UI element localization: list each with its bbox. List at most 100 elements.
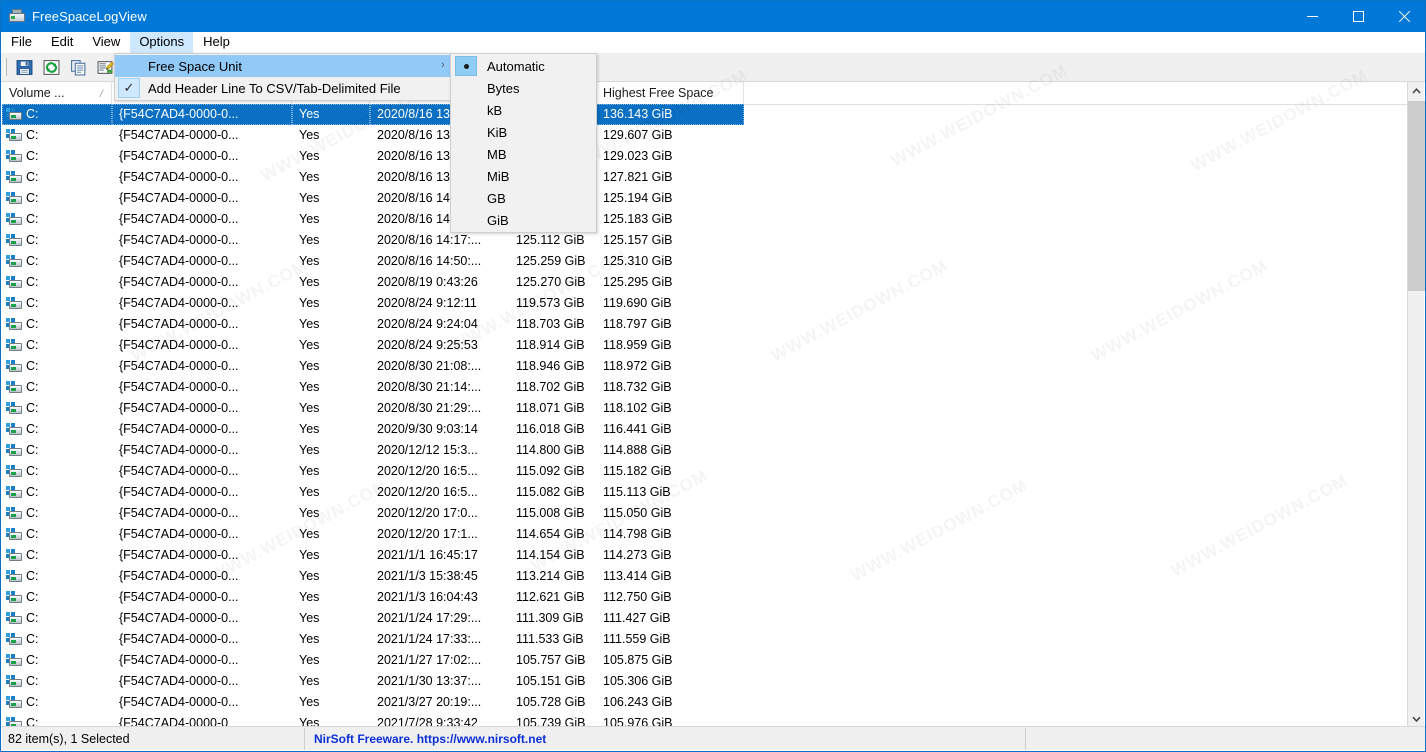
cell-lowest-free-space: 105.728 GiB <box>516 695 586 709</box>
cell-volume: C: <box>2 314 112 335</box>
cell-highest-free-space: 116.441 GiB <box>603 422 672 436</box>
table-row[interactable]: C: {F54C7AD4-0000-0... Yes 2020/8/16 14:14:… <box>2 188 1425 209</box>
table-row[interactable]: C: {F54C7AD4-0000-0... Yes 2020/9/30 9:03:1… <box>2 419 1425 440</box>
cell-highest-free-space: 114.273 GiB <box>603 548 672 562</box>
cell-filler <box>744 587 1408 608</box>
submenu-item-automatic[interactable]: Automatic <box>451 55 596 77</box>
table-row[interactable]: C: {F54C7AD4-0000-0... Yes 2020/8/24 9:24:0… <box>2 314 1425 335</box>
menu-options[interactable]: Options <box>130 32 194 53</box>
cell-filler <box>744 230 1408 251</box>
cell-lowest-free-space: 116.018 GiB <box>516 422 585 436</box>
table-row[interactable]: C: {F54C7AD4-0000-0... Yes 2020/8/24 9:25:5… <box>2 335 1425 356</box>
column-header-highest-free-space[interactable]: Highest Free Space <box>596 82 744 104</box>
submenu-item-gib[interactable]: GiB <box>451 209 596 231</box>
cell-volume: C: <box>2 482 112 503</box>
submenu-item-mb[interactable]: MB <box>451 143 596 165</box>
cell-volume: C: <box>2 188 112 209</box>
scrollbar-thumb[interactable] <box>1408 101 1425 291</box>
column-header-volume[interactable]: Volume ... ⁄ <box>2 82 112 104</box>
table-row[interactable]: C: {F54C7AD4-0000-0... Yes 2021/1/30 13:37:… <box>2 671 1425 692</box>
table-row[interactable]: C: {F54C7AD4-0000-0... Yes 2020/12/20 17:0.… <box>2 503 1425 524</box>
drive-icon <box>6 632 22 647</box>
cell-active: Yes <box>299 338 320 352</box>
cell-volume: C: <box>2 524 112 545</box>
table-row[interactable]: C: {F54C7AD4-0000-0... Yes 2020/8/19 0:43:2… <box>2 272 1425 293</box>
cell-volume-guid: {F54C7AD4-0000-0... <box>119 569 239 583</box>
submenu-item-gib-label: GiB <box>487 212 509 228</box>
refresh-icon <box>43 59 60 75</box>
table-row[interactable]: C: {F54C7AD4-0000-0... Yes 2020/12/20 16:5.… <box>2 461 1425 482</box>
cell-volume-label: C: <box>26 632 39 646</box>
maximize-button[interactable] <box>1335 1 1381 32</box>
table-row[interactable]: C: {F54C7AD4-0000-0... Yes 2020/8/16 14:16:… <box>2 209 1425 230</box>
table-row[interactable]: C: {F54C7AD4-0000-0... Yes 2020/8/30 21:08:… <box>2 356 1425 377</box>
submenu-item-mib[interactable]: MiB <box>451 165 596 187</box>
log-list-view[interactable]: Volume ... ⁄ V Highest Free Space C:{F54… <box>2 82 1425 727</box>
table-row[interactable]: C: {F54C7AD4-0000-0... Yes 2020/8/24 9:12:1… <box>2 293 1425 314</box>
cell-volume: C: <box>2 650 112 671</box>
menu-view[interactable]: View <box>83 32 129 53</box>
cell-volume-label: C: <box>26 359 39 373</box>
cell-volume-guid: {F54C7AD4-0000-0... <box>119 338 239 352</box>
table-row[interactable]: C: {F54C7AD4-0000-0... Yes 2020/12/20 16:5.… <box>2 482 1425 503</box>
cell-lowest-free-space: 111.533 GiB <box>516 632 584 646</box>
table-row[interactable]: C: {F54C7AD4-0000-0... Yes 2020/8/30 21:29:… <box>2 398 1425 419</box>
cell-volume-guid: {F54C7AD4-0000-0... <box>119 443 239 457</box>
cell-active: Yes <box>299 254 320 268</box>
vertical-scrollbar[interactable] <box>1407 82 1425 727</box>
scroll-down-button[interactable] <box>1408 710 1425 727</box>
close-button[interactable] <box>1381 1 1425 32</box>
table-row[interactable]: C: {F54C7AD4-0000-0... Yes 2020/8/16 14:17:… <box>2 230 1425 251</box>
submenu-item-bytes-label: Bytes <box>487 80 520 96</box>
table-row[interactable]: C: {F54C7AD4-0000-0... Yes 2021/3/27 20:19:… <box>2 692 1425 713</box>
menu-file[interactable]: File <box>2 32 41 53</box>
table-row[interactable]: C: {F54C7AD4-0000-0... Yes 2021/1/1 16:45:1… <box>2 545 1425 566</box>
menu-item-add-header-line[interactable]: ✓ Add Header Line To CSV/Tab-Delimited F… <box>115 77 454 99</box>
save-button[interactable] <box>13 56 36 78</box>
table-row[interactable]: C: {F54C7AD4-0000-0... Yes 2021/1/24 17:29:… <box>2 608 1425 629</box>
cell-volume: C: <box>2 356 112 377</box>
menu-help[interactable]: Help <box>194 32 239 53</box>
submenu-item-bytes[interactable]: Bytes <box>451 77 596 99</box>
cell-volume-label: C: <box>26 317 39 331</box>
cell-lowest-free-space: 125.270 GiB <box>516 275 586 289</box>
cell-volume-guid: {F54C7AD4-0000-0... <box>119 632 239 646</box>
menu-item-free-space-unit[interactable]: Free Space Unit › <box>115 55 454 77</box>
refresh-button[interactable] <box>40 56 63 78</box>
scroll-up-button[interactable] <box>1408 82 1425 99</box>
cell-highest-free-space: 118.959 GiB <box>603 338 672 352</box>
table-row[interactable]: C: {F54C7AD4-0000-0... Yes 2020/8/30 21:14:… <box>2 377 1425 398</box>
cell-filler <box>744 419 1408 440</box>
column-header-filler <box>744 82 1408 104</box>
table-row[interactable]: C: {F54C7AD4-0000-0... Yes 2020/12/20 17:1.… <box>2 524 1425 545</box>
submenu-item-gb[interactable]: GB <box>451 187 596 209</box>
cell-highest-free-space: 125.310 GiB <box>603 254 673 268</box>
table-row[interactable]: C: {F54C7AD4-0000-0... Yes 2020/8/16 13:19:… <box>2 104 1425 125</box>
minimize-button[interactable] <box>1289 1 1335 32</box>
table-row[interactable]: C: {F54C7AD4-0000-0... Yes 2021/1/24 17:33:… <box>2 629 1425 650</box>
nirsoft-link[interactable]: NirSoft Freeware. https://www.nirsoft.ne… <box>314 732 546 746</box>
table-row[interactable]: C: {F54C7AD4-0000-0... Yes 2021/1/3 16:04:4… <box>2 587 1425 608</box>
drive-icon <box>6 380 22 395</box>
table-row[interactable]: C: {F54C7AD4-0000-0 Yes 2021/7/28 9:33:42 10… <box>2 713 1425 727</box>
table-row[interactable]: C: {F54C7AD4-0000-0... Yes 2020/8/16 13:36:… <box>2 146 1425 167</box>
list-rows[interactable]: C: {F54C7AD4-0000-0... Yes 2020/8/16 13:19:… <box>2 104 1425 727</box>
submenu-item-kib[interactable]: KiB <box>451 121 596 143</box>
drive-icon <box>6 254 22 269</box>
table-row[interactable]: C: {F54C7AD4-0000-0... Yes 2021/1/27 17:02:… <box>2 650 1425 671</box>
cell-volume-label: C: <box>26 653 39 667</box>
drive-icon <box>6 527 22 542</box>
table-row[interactable]: C: {F54C7AD4-0000-0... Yes 2020/12/12 15:3.… <box>2 440 1425 461</box>
submenu-item-kb[interactable]: kB <box>451 99 596 121</box>
table-row[interactable]: C: {F54C7AD4-0000-0... Yes 2020/8/16 13:42:… <box>2 167 1425 188</box>
menu-edit[interactable]: Edit <box>42 32 82 53</box>
title-bar: FreeSpaceLogView <box>1 1 1425 32</box>
table-row[interactable]: C: {F54C7AD4-0000-0... Yes 2021/1/3 15:38:4… <box>2 566 1425 587</box>
cell-active: Yes <box>299 128 320 142</box>
cell-highest-free-space: 111.559 GiB <box>603 632 671 646</box>
table-row[interactable]: C: {F54C7AD4-0000-0... Yes 2020/8/16 14:50:… <box>2 251 1425 272</box>
drive-icon <box>6 464 22 479</box>
cell-volume-label: C: <box>26 296 39 310</box>
copy-button[interactable] <box>67 56 90 78</box>
table-row[interactable]: C: {F54C7AD4-0000-0... Yes 2020/8/16 13:31:… <box>2 125 1425 146</box>
